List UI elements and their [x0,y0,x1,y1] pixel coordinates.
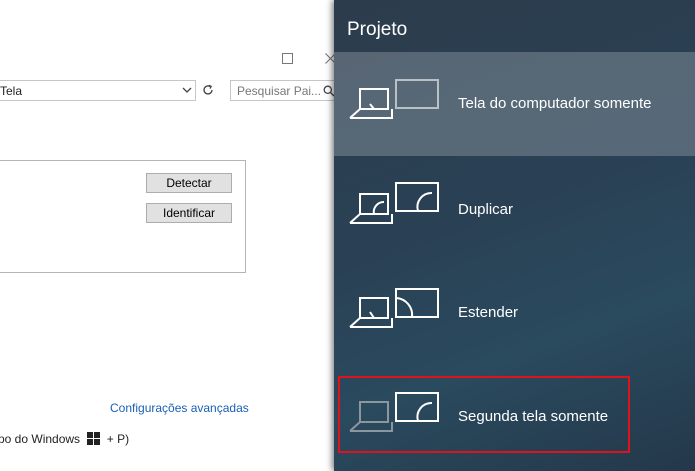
chevron-down-icon[interactable] [182,83,192,100]
window-titlebar [0,44,340,72]
address-text: Tela [0,84,23,98]
identify-button[interactable]: Identificar [146,203,232,223]
option-extend[interactable]: Estender [334,261,695,365]
option-label: Estender [458,304,519,321]
extend-icon [349,288,439,328]
project-flyout: Projeto Tela do computador somente Dupli… [334,0,695,471]
refresh-icon [203,84,213,95]
option-duplicate[interactable]: Duplicar [334,157,695,261]
windows-logo-icon [87,432,101,445]
shortcut-hint-suffix: + P) [106,432,130,446]
option-pc-screen-only[interactable]: Tela do computador somente [334,52,695,156]
pc-screen-only-icon [349,79,439,119]
maximize-button[interactable] [270,44,304,72]
option-second-screen-only[interactable]: Segunda tela somente [334,365,695,469]
control-panel-window: Tela Pesquisar Pai... Detectar Identific… [0,0,340,471]
shortcut-hint: po do Windows + P) [0,432,129,446]
advanced-settings-link[interactable]: Configurações avançadas [110,401,249,415]
option-label: Tela do computador somente [458,95,652,112]
detect-button[interactable]: Detectar [146,173,232,193]
duplicate-icon [349,182,439,224]
refresh-button[interactable] [198,80,218,101]
search-placeholder: Pesquisar Pai... [237,84,322,98]
address-bar[interactable]: Tela [0,80,196,101]
maximize-icon [281,53,293,64]
search-input[interactable]: Pesquisar Pai... [230,80,340,101]
second-screen-only-icon [349,392,439,432]
shortcut-hint-prefix: po do Windows [0,432,81,446]
flyout-title: Projeto [347,19,408,40]
option-label: Duplicar [458,201,514,218]
option-label: Segunda tela somente [458,408,609,425]
